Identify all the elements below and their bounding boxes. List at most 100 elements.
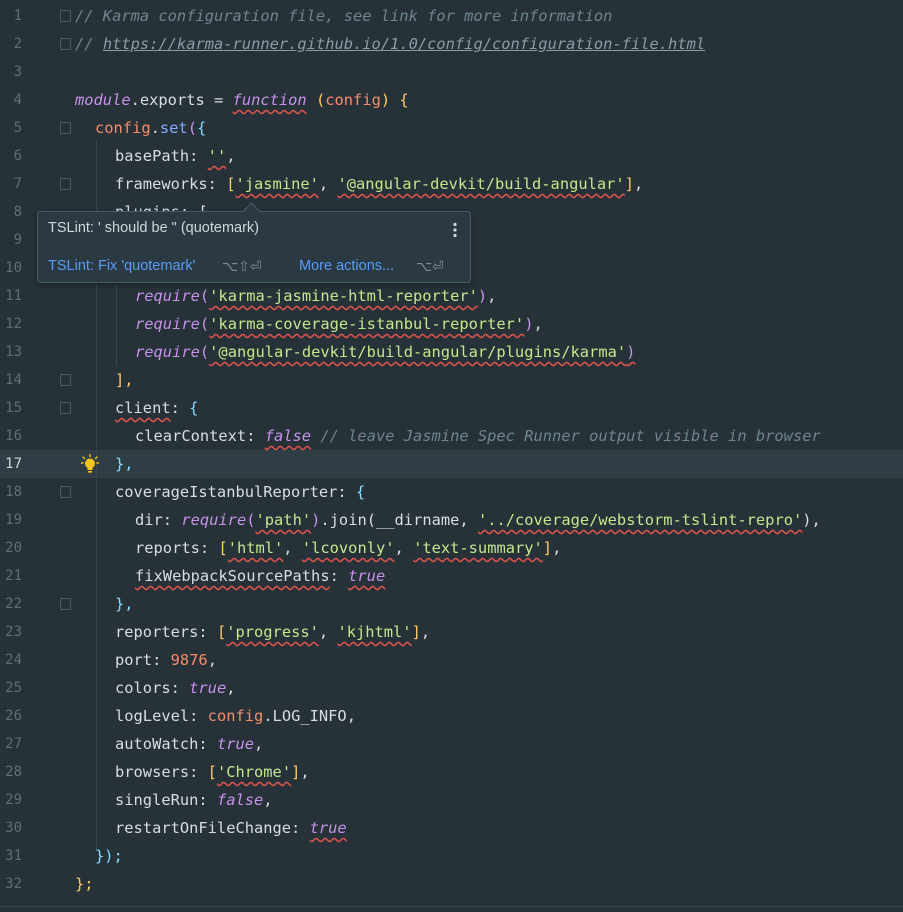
- current-line-highlight: [0, 450, 903, 478]
- line-number: 24: [5, 652, 22, 668]
- property: autoWatch:: [115, 735, 217, 753]
- property: reports:: [135, 539, 219, 557]
- line-number: 1: [13, 8, 22, 24]
- code-line: module.exports = function (config) {: [75, 91, 409, 109]
- bracket: },: [115, 595, 134, 613]
- vertical-ellipsis-icon[interactable]: [452, 222, 458, 238]
- boolean: true: [309, 819, 347, 837]
- code-line: },: [115, 590, 134, 618]
- bracket: };: [75, 875, 94, 893]
- fix-shortcut: ⌥⇧⏎: [222, 258, 262, 274]
- identifier: config: [207, 707, 264, 725]
- property: port:: [115, 651, 171, 669]
- string: '../coverage/webstorm-tslint-repro': [477, 511, 803, 529]
- indent-guide: [116, 282, 117, 366]
- line-number: 22: [5, 596, 22, 612]
- boolean: true: [216, 735, 255, 753]
- fold-marker[interactable]: [60, 38, 71, 50]
- boolean: true: [189, 679, 227, 697]
- code-line: require('karma-coverage-istanbul-reporte…: [135, 315, 543, 333]
- code-line: });: [95, 842, 123, 870]
- boolean: false: [216, 791, 264, 809]
- fix-quotemark-link[interactable]: TSLint: Fix 'quotemark': [48, 258, 195, 274]
- code-text: .exports =: [130, 91, 233, 109]
- string: 'jasmine': [235, 175, 319, 193]
- keyword: function: [232, 91, 307, 109]
- string: '': [207, 147, 227, 165]
- code-line: // https://karma-runner.github.io/1.0/co…: [75, 30, 705, 58]
- fold-marker[interactable]: [60, 598, 71, 610]
- function-call: require: [135, 287, 200, 305]
- string: 'path': [255, 511, 312, 529]
- code-line: port: 9876,: [115, 651, 217, 669]
- fold-marker[interactable]: [60, 122, 71, 134]
- property: .LOG_INFO: [263, 707, 347, 725]
- string: 'karma-jasmine-html-reporter': [209, 287, 478, 305]
- line-number: 18: [5, 484, 22, 500]
- code-line: // Karma configuration file, see link fo…: [75, 2, 612, 30]
- code-line: require('karma-jasmine-html-reporter'),: [135, 287, 497, 305]
- line-number: 3: [13, 64, 22, 80]
- property: fixWebpackSourcePaths: [135, 567, 330, 585]
- fold-marker[interactable]: [60, 178, 71, 190]
- code-line: },: [115, 450, 134, 478]
- line-number: 26: [5, 708, 22, 724]
- keyword: module: [75, 91, 131, 109]
- lightbulb-icon[interactable]: [81, 454, 99, 474]
- line-number: 2: [13, 36, 22, 52]
- function-call: require: [181, 511, 247, 529]
- more-actions-link[interactable]: More actions...: [299, 258, 394, 274]
- code-editor[interactable]: 1 2 3 4 5 6 7 8 9 10 11 12 13 14 15 16 1…: [0, 0, 903, 912]
- line-number: 15: [5, 400, 22, 416]
- code-line: require('@angular-devkit/build-angular/p…: [135, 343, 636, 361]
- comment: // leave Jasmine Spec Runner output visi…: [320, 427, 821, 445]
- line-number: 27: [5, 736, 22, 752]
- line-number: 14: [5, 372, 22, 388]
- code-line: dir: require('path').join(__dirname, '..…: [135, 511, 821, 529]
- line-number: 4: [13, 92, 22, 108]
- property: colors:: [115, 679, 190, 697]
- comment: // Karma configuration file, see link fo…: [75, 7, 613, 25]
- code-line: reporters: ['progress', 'kjhtml'],: [115, 623, 431, 641]
- line-number: 13: [5, 344, 22, 360]
- line-number: 21: [5, 568, 22, 584]
- code-line: fixWebpackSourcePaths: true: [135, 567, 386, 585]
- code-line: client: {: [115, 399, 199, 417]
- parameter: config: [325, 91, 381, 109]
- code-line: colors: true,: [115, 679, 236, 697]
- line-number: 16: [5, 428, 22, 444]
- property: basePath:: [115, 147, 208, 165]
- comment-link[interactable]: https://karma-runner.github.io/1.0/confi…: [103, 35, 705, 53]
- fold-marker[interactable]: [60, 374, 71, 386]
- fold-marker[interactable]: [60, 402, 71, 414]
- bracket: },: [115, 455, 134, 473]
- string: 'karma-coverage-istanbul-reporter': [209, 315, 525, 333]
- property: reporters:: [115, 623, 217, 641]
- code-line: autoWatch: true,: [115, 735, 264, 753]
- fold-marker[interactable]: [60, 10, 71, 22]
- line-number: 11: [5, 288, 22, 304]
- boolean: false: [264, 427, 312, 445]
- line-number: 9: [13, 232, 22, 248]
- line-number: 32: [5, 876, 22, 892]
- code-line: basePath: '',: [115, 147, 236, 165]
- code-line: reports: ['html', 'lcovonly', 'text-summ…: [135, 539, 562, 557]
- number: 9876: [170, 651, 208, 669]
- line-number: 31: [5, 848, 22, 864]
- more-actions-shortcut: ⌥⏎: [416, 258, 444, 274]
- code-line: clearContext: false // leave Jasmine Spe…: [135, 422, 821, 450]
- comment: //: [75, 35, 103, 53]
- line-number: 29: [5, 792, 22, 808]
- identifier: __dirname,: [376, 511, 478, 529]
- inspection-tooltip: TSLint: ' should be " (quotemark) TSLint…: [37, 202, 471, 283]
- property: coverageIstanbulReporter:: [115, 483, 356, 501]
- code-line: singleRun: false,: [115, 791, 273, 809]
- method: set: [159, 119, 188, 137]
- code-line: browsers: ['Chrome'],: [115, 763, 310, 781]
- line-number: 6: [13, 148, 22, 164]
- property: logLevel:: [115, 707, 208, 725]
- fold-marker[interactable]: [60, 486, 71, 498]
- line-number: 8: [13, 204, 22, 220]
- property: clearContext:: [135, 427, 265, 445]
- line-number: 23: [5, 624, 22, 640]
